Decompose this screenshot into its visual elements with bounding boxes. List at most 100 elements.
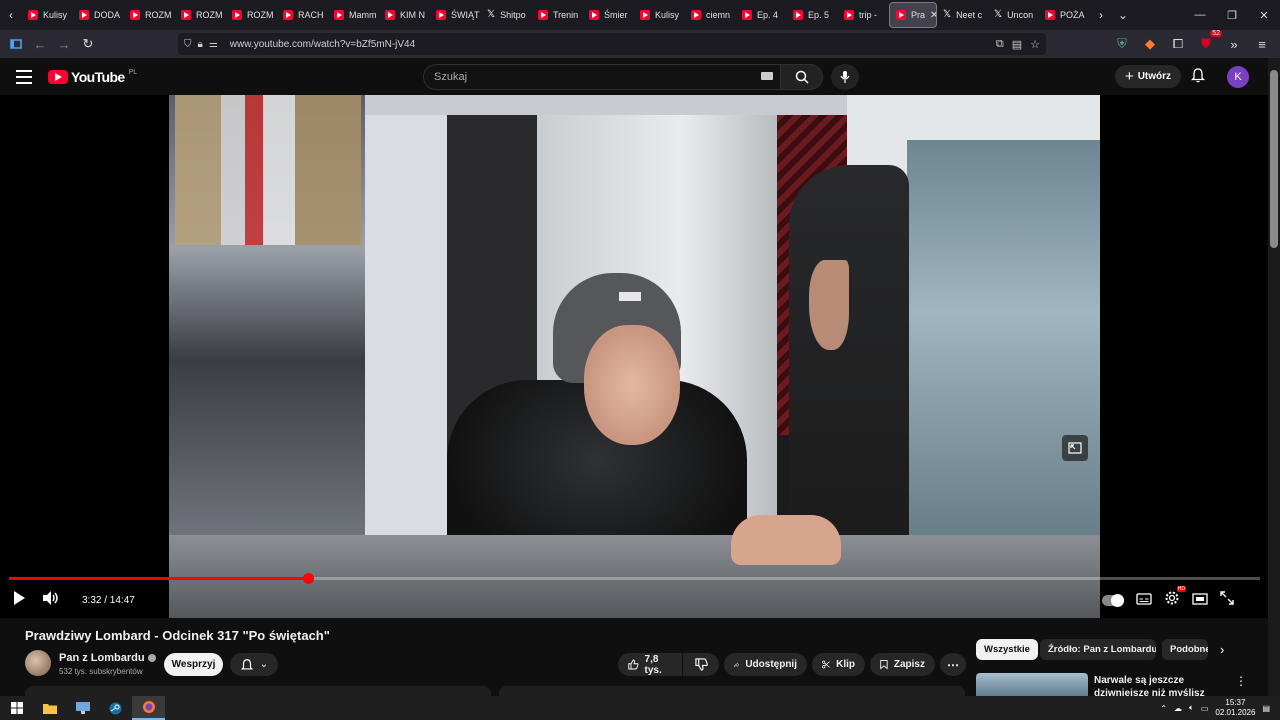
search-button[interactable] bbox=[781, 64, 823, 90]
video-frame[interactable] bbox=[169, 95, 1100, 618]
browser-tab[interactable]: 𝕏 Uncon bbox=[988, 2, 1039, 28]
chip-all[interactable]: Wszystkie bbox=[976, 639, 1038, 660]
browser-tab[interactable]: RACH bbox=[277, 2, 328, 28]
youtube-logo[interactable]: YouTube PL bbox=[48, 69, 137, 85]
share-button[interactable]: Udostępnij bbox=[724, 653, 807, 676]
like-button[interactable]: 7,8 tys. bbox=[618, 653, 682, 676]
steam-icon[interactable] bbox=[99, 696, 132, 720]
browser-tab[interactable]: Kulisy bbox=[22, 2, 73, 28]
miniplayer-toggle-button[interactable] bbox=[1192, 592, 1208, 610]
chip-source[interactable]: Źródło: Pan z Lombardu bbox=[1040, 639, 1156, 660]
play-button[interactable] bbox=[12, 590, 26, 611]
progress-bar[interactable] bbox=[9, 573, 1260, 584]
sidebar-toggle-icon[interactable] bbox=[4, 32, 28, 56]
browser-tab[interactable]: ROZM bbox=[226, 2, 277, 28]
browser-tab[interactable]: ROZM bbox=[124, 2, 175, 28]
subtitles-button[interactable] bbox=[1136, 592, 1152, 610]
app-menu-icon[interactable]: ≡ bbox=[1250, 32, 1274, 56]
list-all-tabs-icon[interactable]: ⌄ bbox=[1112, 2, 1134, 28]
channel-name-text[interactable]: Pan z Lombardu bbox=[59, 652, 145, 664]
save-button[interactable]: Zapisz bbox=[870, 653, 935, 676]
channel-name[interactable]: Pan z Lombardu bbox=[59, 652, 156, 664]
chip-similar[interactable]: Podobne bbox=[1162, 639, 1208, 660]
keyboard-icon[interactable] bbox=[761, 72, 773, 80]
browser-tab[interactable]: Ep. 5 bbox=[787, 2, 838, 28]
vpn-shield-icon[interactable]: ⛨ bbox=[1110, 32, 1134, 56]
browser-tab[interactable]: DODA bbox=[73, 2, 124, 28]
network-icon[interactable]: ▭ bbox=[1201, 704, 1209, 713]
close-tab-icon[interactable]: ✕ bbox=[930, 10, 936, 21]
scene-hands bbox=[731, 515, 841, 565]
browser-tab[interactable]: Kulisy bbox=[634, 2, 685, 28]
dislike-button[interactable] bbox=[683, 653, 719, 676]
clip-button[interactable]: Klip bbox=[812, 653, 865, 676]
lock-icon[interactable]: 🔒︎ bbox=[198, 39, 203, 50]
browser-tab[interactable]: trip - bbox=[838, 2, 889, 28]
computer-icon[interactable] bbox=[66, 696, 99, 720]
guide-menu-icon[interactable] bbox=[16, 70, 32, 88]
browser-tab[interactable]: Pra ✕ bbox=[889, 2, 937, 28]
channel-avatar[interactable] bbox=[25, 650, 51, 676]
miniplayer-button[interactable] bbox=[1062, 435, 1088, 461]
url-text[interactable]: www.youtube.com/watch?v=bZf5mN-jV44 bbox=[230, 39, 415, 50]
settings-button[interactable]: HD bbox=[1164, 586, 1186, 611]
file-explorer-icon[interactable] bbox=[33, 696, 66, 720]
minimize-icon[interactable]: — bbox=[1184, 0, 1216, 30]
speaker-icon[interactable]: 🔈︎ bbox=[1189, 703, 1194, 713]
browser-tab[interactable]: Ep. 4 bbox=[736, 2, 787, 28]
firefox-icon[interactable] bbox=[132, 696, 165, 720]
browser-tab[interactable]: ROZM bbox=[175, 2, 226, 28]
bookmark-star-icon[interactable]: ☆ bbox=[1030, 38, 1040, 51]
notifications-button[interactable] bbox=[1190, 67, 1206, 88]
create-button[interactable]: + Utwórz bbox=[1115, 65, 1181, 88]
tracking-protection-icon[interactable]: ⛉ bbox=[184, 39, 192, 50]
browser-tab[interactable]: Trenin bbox=[532, 2, 583, 28]
tab-label: Shitpo bbox=[500, 10, 526, 20]
fullscreen-button[interactable] bbox=[1220, 591, 1234, 610]
permissions-icon[interactable]: ⚌ bbox=[209, 39, 218, 50]
recommendation-thumbnail[interactable] bbox=[976, 673, 1088, 696]
account-avatar[interactable]: K bbox=[1227, 66, 1249, 88]
page-scrollbar[interactable] bbox=[1268, 58, 1280, 696]
windows-start-icon[interactable] bbox=[0, 696, 33, 720]
support-button[interactable]: Wesprzyj bbox=[164, 653, 223, 676]
scrubber-handle[interactable] bbox=[302, 573, 314, 584]
mute-button[interactable] bbox=[42, 590, 60, 611]
browser-tab[interactable]: Mamm bbox=[328, 2, 379, 28]
close-window-icon[interactable]: ✕ bbox=[1248, 0, 1280, 30]
recommendation-title[interactable]: Narwale są jeszcze dziwniejsze niż myśli… bbox=[1094, 674, 1230, 696]
notifications-center-icon[interactable]: ▤ bbox=[1262, 704, 1270, 713]
browser-tab[interactable]: ŚWIĄT bbox=[430, 2, 481, 28]
forward-icon[interactable]: → bbox=[52, 32, 76, 56]
more-vertical-icon[interactable]: ⋮ bbox=[1235, 674, 1247, 688]
browser-tab[interactable]: POŻA bbox=[1039, 2, 1090, 28]
url-bar[interactable]: ⛉ 🔒︎ ⚌ www.youtube.com/watch?v=bZf5mN-jV… bbox=[178, 33, 1046, 55]
chevron-right-icon[interactable]: › bbox=[1220, 642, 1224, 657]
reload-icon[interactable]: ↻ bbox=[76, 32, 100, 56]
extensions-puzzle-icon[interactable]: ⧠ bbox=[1166, 32, 1190, 56]
more-actions-button[interactable]: ⋯ bbox=[940, 653, 966, 676]
picture-in-picture-icon[interactable]: ⧉ bbox=[996, 38, 1004, 51]
browser-tab[interactable]: 𝕏 Neet c bbox=[937, 2, 988, 28]
voice-search-button[interactable] bbox=[831, 64, 859, 90]
browser-tab[interactable]: 𝕏 Shitpo bbox=[481, 2, 532, 28]
reader-view-icon[interactable]: ▤ bbox=[1012, 38, 1022, 51]
scroll-tabs-left-icon[interactable]: ‹ bbox=[0, 2, 22, 28]
video-player[interactable]: 3:32 / 14:47 HD bbox=[0, 95, 1268, 618]
browser-tab[interactable]: ciemn bbox=[685, 2, 736, 28]
scrollbar-thumb[interactable] bbox=[1270, 70, 1278, 248]
ublock-icon[interactable]: ⛊ 52 bbox=[1194, 30, 1222, 56]
search-input[interactable] bbox=[423, 64, 781, 90]
autoplay-toggle[interactable] bbox=[1102, 594, 1124, 607]
browser-tab[interactable]: Śmier bbox=[583, 2, 634, 28]
subscription-notifications-button[interactable]: ⌄ bbox=[230, 653, 278, 676]
restore-icon[interactable]: ❐ bbox=[1216, 0, 1248, 30]
tray-chevron-up-icon[interactable]: ⌃ bbox=[1160, 704, 1167, 713]
fox-extension-icon[interactable]: ◆ bbox=[1138, 32, 1162, 56]
back-icon[interactable]: ← bbox=[28, 32, 52, 56]
cloud-icon[interactable]: ☁ bbox=[1174, 704, 1182, 713]
scroll-tabs-right-icon[interactable]: › bbox=[1090, 2, 1112, 28]
browser-tab[interactable]: KIM N bbox=[379, 2, 430, 28]
clock[interactable]: 15:37 02.01.2026 bbox=[1215, 698, 1255, 718]
overflow-chevron-icon[interactable]: » bbox=[1222, 32, 1246, 56]
